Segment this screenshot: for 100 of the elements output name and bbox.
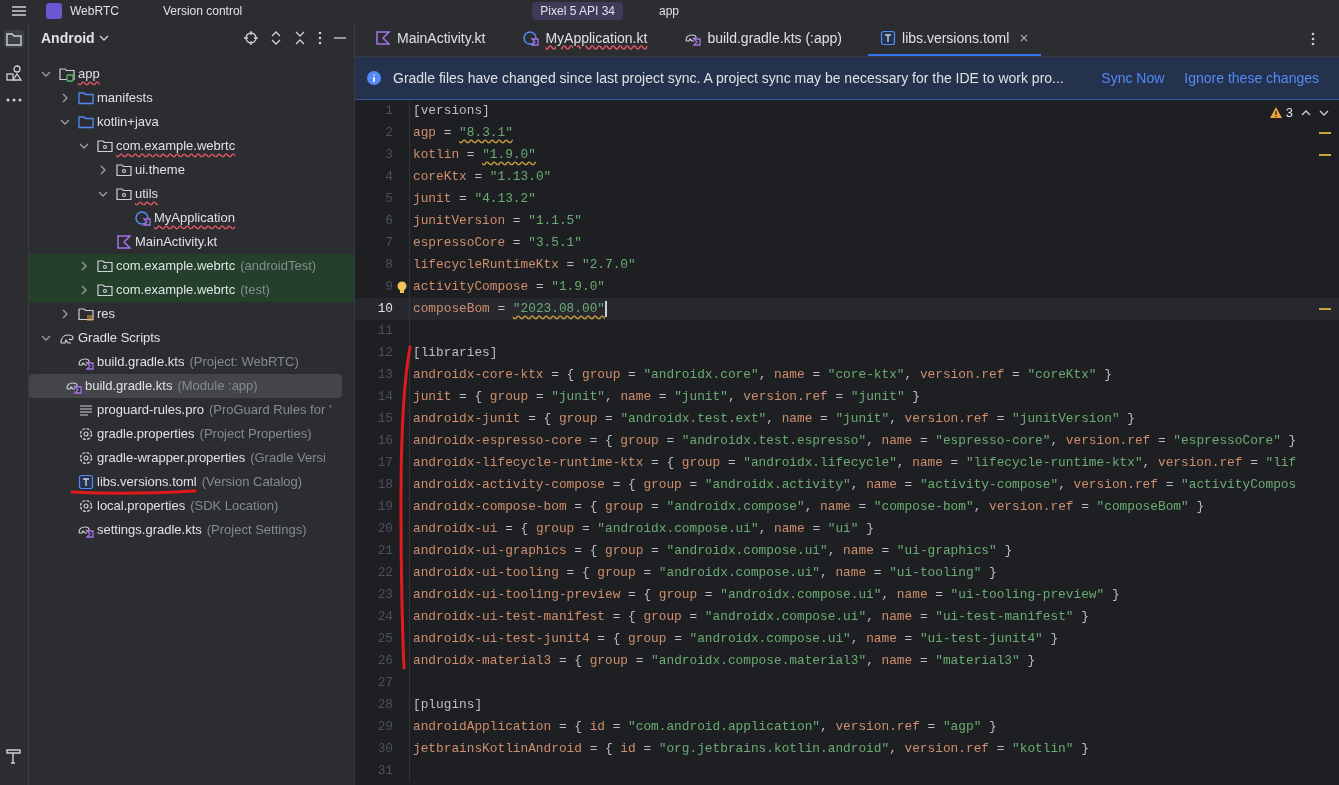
code-line: jetbrainsKotlinAndroid = { id = "org.jetbrains.kotlin.android", version.ref = "kotlin" } (413, 740, 1089, 759)
banner-link[interactable]: Ignore these changes (1184, 67, 1319, 89)
folder-icon (78, 114, 94, 130)
code-line: androidx-espresso-core = { group = "androidx.test.espresso", name = "espresso-core", version.ref = "espressoCore" } (413, 432, 1297, 451)
tree-item[interactable]: local.properties (SDK Location) (29, 494, 354, 518)
resource-folder-icon (78, 306, 94, 322)
version-control-menu[interactable]: Version control (162, 2, 243, 20)
letter-t-file-icon (78, 474, 94, 490)
warning-stripe (1319, 308, 1331, 310)
tree-item[interactable]: build.gradle.kts (Module :app) (29, 374, 342, 398)
code-line: espressoCore = "3.5.1" (413, 234, 582, 253)
code-line: androidApplication = { id = "com.android.application", version.ref = "agp" } (413, 718, 997, 737)
device-selector[interactable]: Pixel 5 API 34 (532, 2, 623, 20)
tree-item[interactable]: com.example.webrtc (androidTest) (29, 254, 354, 278)
code-line: androidx-compose-bom = { group = "androidx.compose", name = "compose-bom", version.ref = "composeBom" } (413, 498, 1205, 517)
options-icon[interactable] (318, 31, 322, 45)
tree-item[interactable]: proguard-rules.pro (ProGuard Rules for ' (29, 398, 354, 422)
code-line: androidx-lifecycle-runtime-ktx = { group = "androidx.lifecycle", name = "lifecycle-runtime-ktx", version.ref = "lif (413, 454, 1297, 473)
code-line: androidx-ui-graphics = { group = "androidx.compose.ui", name = "ui-graphics" } (413, 542, 1013, 561)
menu-icon[interactable] (12, 5, 26, 17)
folder-icon[interactable] (4, 30, 24, 48)
tree-item[interactable]: ui.theme (29, 158, 354, 182)
text-cursor (605, 301, 607, 317)
code-line: coreKtx = "1.13.0" (413, 168, 552, 187)
code-line: kotlin = "1.9.0" (413, 146, 536, 165)
tree-item[interactable]: res (29, 302, 354, 326)
tree-item[interactable]: com.example.webrtc (29, 134, 354, 158)
gear-icon (78, 450, 94, 466)
tree-item[interactable]: manifests (29, 86, 354, 110)
chevron-down-icon (98, 34, 109, 42)
code-line: junit = { group = "junit", name = "junit", version.ref = "junit" } (413, 388, 920, 407)
text-file-icon (78, 402, 94, 418)
banner-message: Gradle files have changed since last project sync. A project sync may be necessary for the IDE to work pro... (393, 68, 1064, 88)
gear-icon (78, 426, 94, 442)
code-line: androidx-ui-tooling-preview = { group = "androidx.compose.ui", name = "ui-tooling-preview" } (413, 586, 1120, 605)
editor-tab[interactable]: build.gradle.kts (:app) (673, 22, 854, 56)
code-line: [plugins] (413, 696, 483, 715)
kotlin-file-icon (116, 234, 132, 250)
hammer-icon[interactable] (5, 747, 23, 765)
banner-link[interactable]: Sync Now (1101, 67, 1165, 89)
package-folder-icon (97, 138, 113, 154)
editor-tab[interactable]: MyApplication.kt (511, 22, 660, 56)
code-line: androidx-material3 = { group = "androidx.compose.material3", name = "material3" } (413, 652, 1036, 671)
chevron-up-icon[interactable] (1301, 108, 1311, 117)
code-line: lifecycleRuntimeKtx = "2.7.0" (413, 256, 636, 275)
kotlin-class-icon (523, 30, 540, 46)
kotlin-file-icon (375, 30, 391, 46)
code-line: junit = "4.13.2" (413, 190, 536, 209)
code-line: activityCompose = "1.9.0" (413, 278, 605, 297)
tree-item[interactable]: settings.gradle.kts (Project Settings) (29, 518, 354, 542)
code-line: junitVersion = "1.1.5" (413, 212, 582, 231)
code-line: androidx-core-ktx = { group = "androidx.core", name = "core-ktx", version.ref = "coreKtx" } (413, 366, 1112, 385)
code-line: androidx-activity-compose = { group = "androidx.activity", name = "activity-compose", version.ref = "activityCompos (413, 476, 1297, 495)
warning-stripe (1319, 154, 1331, 156)
letter-t-file-icon (880, 30, 896, 46)
tree-item[interactable]: libs.versions.toml (Version Catalog) (29, 470, 354, 494)
warning-stripe (1319, 132, 1331, 134)
code-line: [libraries] (413, 344, 498, 363)
line-number: 10 (376, 300, 394, 319)
tree-item[interactable]: app (29, 62, 354, 86)
module-folder-icon (59, 66, 75, 82)
run-config-selector[interactable]: app (659, 2, 680, 20)
gear-icon (78, 498, 94, 514)
locate-icon[interactable] (244, 31, 258, 45)
close-icon[interactable] (1019, 33, 1030, 43)
chevron-down-icon[interactable] (1319, 108, 1329, 117)
tree-item[interactable]: gradle.properties (Project Properties) (29, 422, 354, 446)
expand-icon[interactable] (270, 31, 282, 45)
project-logo-icon (46, 3, 62, 19)
package-folder-icon (116, 162, 132, 178)
code-line: androidx-ui-test-manifest = { group = "androidx.compose.ui", name = "ui-test-manifest" } (413, 608, 1089, 627)
collapse-icon[interactable] (294, 31, 306, 45)
kotlin-class-icon (135, 210, 151, 226)
tab-options-icon[interactable] (1311, 32, 1315, 46)
package-folder-icon (97, 282, 113, 298)
tree-item[interactable]: utils (29, 182, 354, 206)
code-line: androidx-ui = { group = "androidx.compose.ui", name = "ui" } (413, 520, 874, 539)
tree-item[interactable]: MyApplication (29, 206, 354, 230)
package-folder-icon (116, 186, 132, 202)
tree-item[interactable]: MainActivity.kt (29, 230, 354, 254)
code-line: androidx-ui-test-junit4 = { group = "androidx.compose.ui", name = "ui-test-junit4" } (413, 630, 1059, 649)
code-line: androidx-ui-tooling = { group = "androidx.compose.ui", name = "ui-tooling" } (413, 564, 997, 583)
tree-item[interactable]: com.example.webrtc (test) (29, 278, 354, 302)
code-line: androidx-junit = { group = "androidx.test.ext", name = "junit", version.ref = "junitVersion" } (413, 410, 1135, 429)
lightbulb-icon[interactable] (397, 281, 407, 293)
code-line: agp = "8.3.1" (413, 124, 513, 143)
code-line: [versions] (413, 102, 490, 121)
tree-item[interactable]: build.gradle.kts (Project: WebRTC) (29, 350, 354, 374)
warning-count[interactable]: 3 (1285, 103, 1293, 123)
project-view-dropdown[interactable]: Android (41, 27, 109, 49)
tree-item[interactable]: Gradle Scripts (29, 326, 354, 350)
project-name[interactable]: WebRTC (70, 2, 119, 20)
shapes-icon[interactable] (5, 64, 23, 82)
package-folder-icon (97, 258, 113, 274)
editor-tab[interactable]: MainActivity.kt (363, 22, 498, 56)
code-line: composeBom = "2023.08.00" (413, 300, 605, 319)
folder-icon (78, 90, 94, 106)
more-icon[interactable] (6, 98, 22, 102)
tree-item[interactable]: kotlin+java (29, 110, 354, 134)
tree-item[interactable]: gradle-wrapper.properties (Gradle Versi (29, 446, 354, 470)
